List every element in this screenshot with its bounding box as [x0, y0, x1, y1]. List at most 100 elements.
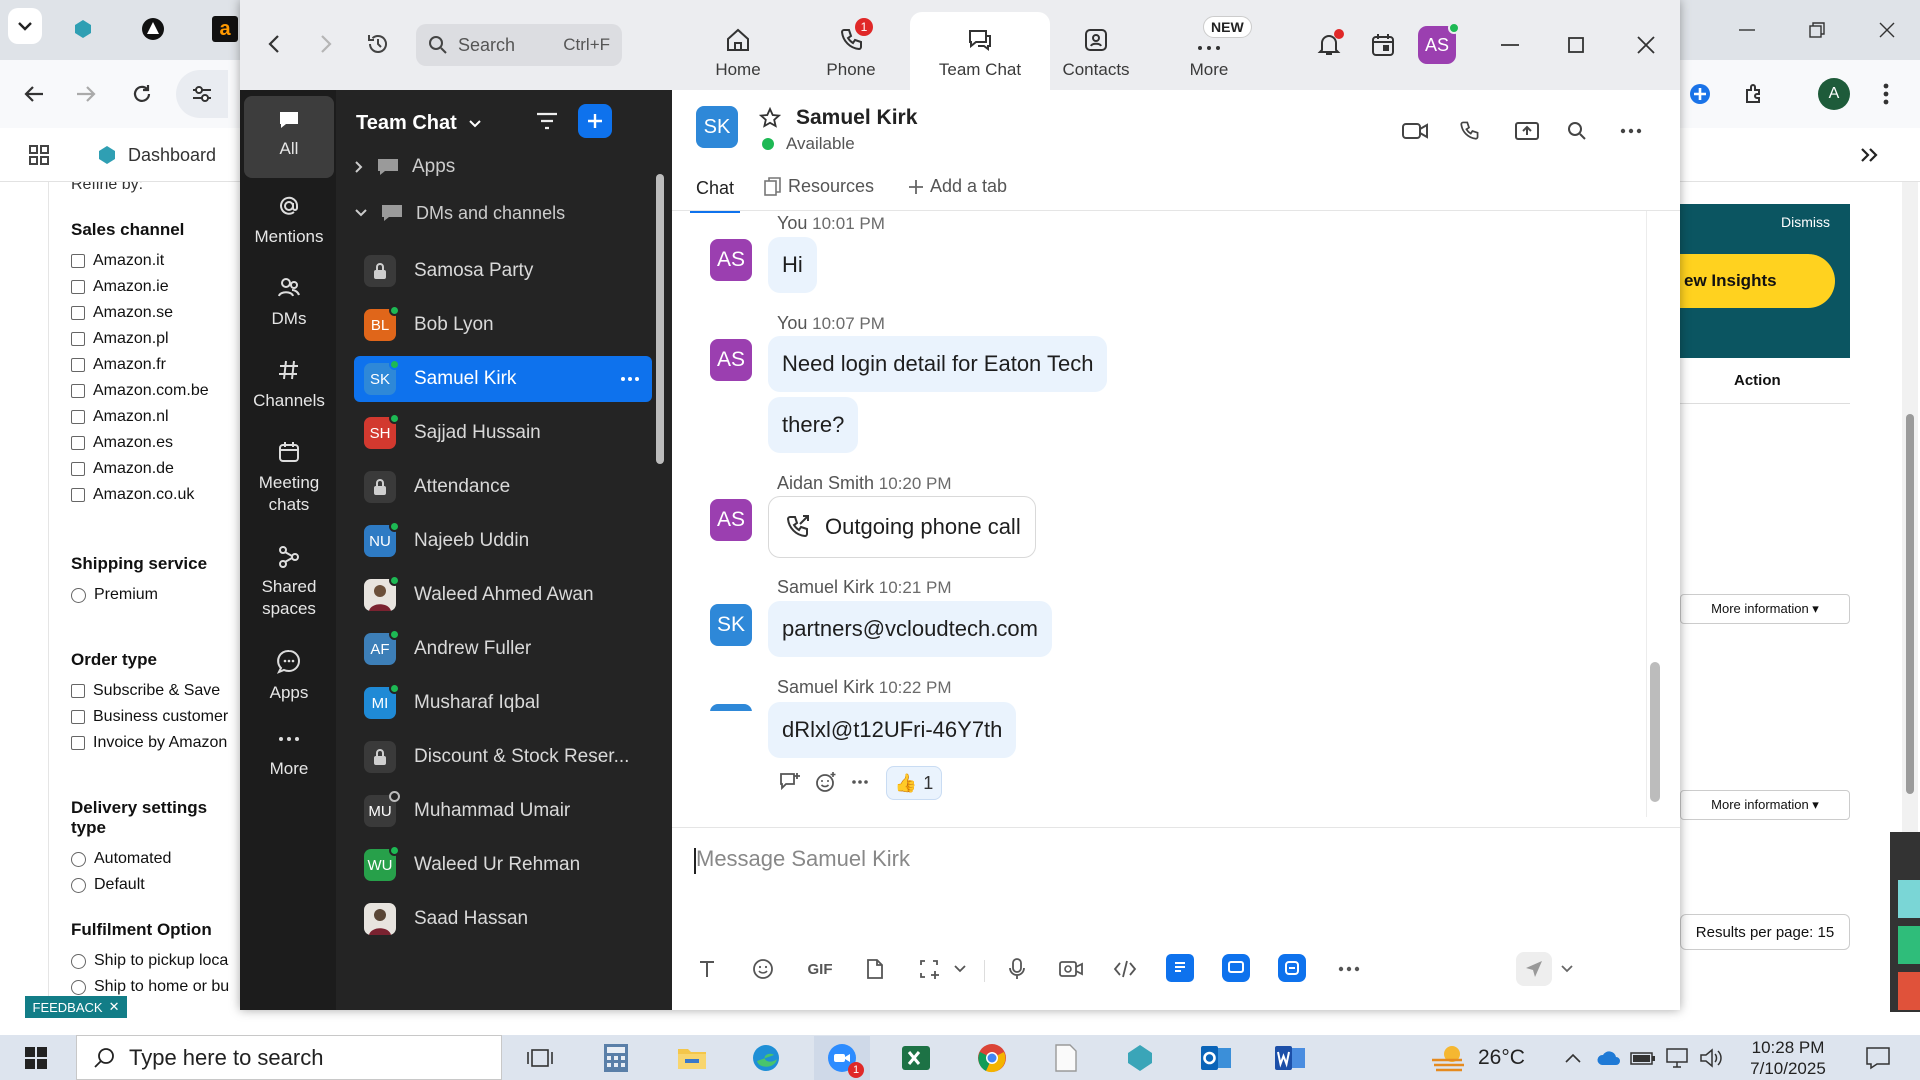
search-chat-button[interactable] [1560, 116, 1594, 146]
tab-resources[interactable]: Resources [764, 176, 874, 197]
sales-channel-option[interactable]: Amazon.fr [71, 352, 209, 378]
zoom-close-button[interactable] [1626, 26, 1666, 64]
contact-name[interactable]: Samuel Kirk [796, 106, 917, 130]
widget-tab[interactable] [1898, 926, 1920, 964]
phone-call-button[interactable] [1452, 116, 1486, 146]
channel-row[interactable]: Attendance [354, 464, 652, 510]
outlook-app[interactable] [1188, 1036, 1244, 1080]
message-avatar[interactable]: AS [710, 239, 752, 281]
chrome-app[interactable] [964, 1036, 1020, 1080]
format-text-button[interactable] [690, 952, 724, 986]
message-avatar[interactable]: SK [710, 604, 752, 646]
notifications-center-button[interactable] [1850, 1036, 1906, 1080]
edge-app[interactable] [738, 1036, 794, 1080]
zoom-search-box[interactable]: Search Ctrl+F [416, 24, 622, 66]
onedrive-tray[interactable] [1592, 1036, 1626, 1080]
docs-app-button[interactable] [1166, 954, 1194, 982]
browser-tab-3[interactable]: a [212, 16, 238, 42]
start-button[interactable] [8, 1036, 64, 1080]
back-button[interactable] [14, 74, 54, 114]
excel-app[interactable] [888, 1036, 944, 1080]
vpn-app[interactable] [1112, 1036, 1168, 1080]
channel-row[interactable]: Waleed Ahmed Awan [354, 572, 652, 618]
channel-more-button[interactable] [620, 376, 640, 382]
contact-avatar[interactable]: SK [696, 106, 738, 148]
message-avatar[interactable]: AS [710, 339, 752, 381]
sales-channel-option[interactable]: Amazon.nl [71, 404, 209, 430]
rail-channels[interactable]: Channels [244, 352, 334, 422]
send-options-button[interactable] [1556, 952, 1578, 986]
zoom-minimize-button[interactable] [1490, 26, 1530, 64]
widget-tab[interactable] [1898, 972, 1920, 1010]
channel-row[interactable]: WU Waleed Ur Rehman [354, 842, 652, 888]
side-widget[interactable] [1890, 832, 1920, 1012]
star-button[interactable] [756, 104, 784, 132]
message-avatar[interactable]: SK [710, 704, 752, 711]
channel-row[interactable]: MI Musharaf Iqbal [354, 680, 652, 726]
reload-button[interactable] [122, 74, 162, 114]
sales-channel-option[interactable]: Amazon.co.uk [71, 482, 209, 508]
code-snippet-button[interactable] [1108, 952, 1142, 986]
tab-more[interactable]: NEW More [1139, 12, 1279, 90]
send-button[interactable] [1516, 952, 1552, 986]
dms-section[interactable]: DMs and channels [354, 202, 565, 224]
voice-message-button[interactable] [1000, 952, 1034, 986]
sales-channel-option[interactable]: Amazon.com.be [71, 378, 209, 404]
radio[interactable] [71, 953, 86, 969]
channel-row[interactable]: SK Samuel Kirk [354, 356, 652, 402]
order-type-option[interactable]: Invoice by Amazon [71, 730, 228, 756]
fulfilment-option[interactable]: Ship to pickup loca [71, 948, 229, 974]
chat-scrollbar-thumb[interactable] [1650, 662, 1660, 802]
rail-mentions[interactable]: Mentions [244, 188, 334, 258]
channel-row[interactable]: NU Najeeb Uddin [354, 518, 652, 564]
rail-meeting-chats[interactable]: Meeting chats [244, 434, 334, 524]
calendar-button[interactable] [1364, 26, 1402, 64]
checkbox[interactable] [71, 384, 85, 398]
checkbox[interactable] [71, 410, 85, 424]
message-composer[interactable]: Message Samuel Kirk [694, 842, 1654, 962]
page-scrollbar-thumb[interactable] [1906, 414, 1914, 794]
channel-row[interactable]: MU Muhammad Umair [354, 788, 652, 834]
sales-channel-option[interactable]: Amazon.es [71, 430, 209, 456]
browser-tab-1[interactable] [70, 16, 96, 42]
channel-row[interactable]: Discount & Stock Reser... [354, 734, 652, 780]
sales-channel-option[interactable]: Amazon.de [71, 456, 209, 482]
tab-list-button[interactable] [8, 8, 42, 44]
file-explorer-app[interactable] [664, 1036, 720, 1080]
screenshot-options-button[interactable] [950, 952, 970, 986]
screenshot-button[interactable] [912, 952, 946, 986]
zoom-forward-button[interactable] [308, 26, 344, 62]
message-bubble[interactable]: Need login detail for Eaton Tech [768, 336, 1108, 392]
checkbox[interactable] [71, 306, 85, 320]
meeting-app-button[interactable] [1278, 954, 1306, 982]
add-tab-button[interactable]: Add a tab [908, 176, 1007, 197]
sales-channel-option[interactable]: Amazon.ie [71, 274, 209, 300]
share-screen-button[interactable] [1510, 116, 1544, 146]
radio[interactable] [71, 979, 86, 995]
message-bubble[interactable]: Hi [768, 237, 817, 293]
dismiss-link[interactable]: Dismiss [1781, 214, 1830, 230]
whiteboard-app-button[interactable] [1222, 954, 1250, 982]
close-icon[interactable]: ✕ [109, 999, 120, 1015]
delivery-option[interactable]: Default [71, 872, 238, 898]
show-hidden-icons-button[interactable] [1556, 1036, 1590, 1080]
message-bubble[interactable]: there? [768, 397, 859, 453]
gif-button[interactable]: GIF [800, 952, 840, 986]
weather-widget[interactable]: 26°C [1430, 1035, 1525, 1080]
network-tray[interactable] [1660, 1036, 1694, 1080]
checkbox[interactable] [71, 332, 85, 346]
checkbox[interactable] [71, 488, 85, 502]
emoji-button[interactable] [746, 952, 780, 986]
view-insights-button[interactable]: ew Insights [1680, 254, 1835, 308]
team-chat-title[interactable]: Team Chat [356, 112, 481, 135]
rail-dms[interactable]: DMs [244, 270, 334, 340]
message-bubble[interactable]: partners@vcloudtech.com [768, 601, 1052, 657]
calculator-app[interactable] [588, 1036, 644, 1080]
channel-row[interactable]: AF Andrew Fuller [354, 626, 652, 672]
checkbox[interactable] [71, 684, 85, 698]
taskbar-search[interactable]: Type here to search [76, 1035, 502, 1080]
extensions-button[interactable] [1734, 74, 1774, 114]
channel-list-scrollbar[interactable] [656, 174, 664, 464]
browser-restore-button[interactable] [1792, 10, 1842, 50]
rail-more[interactable]: More [244, 724, 334, 794]
